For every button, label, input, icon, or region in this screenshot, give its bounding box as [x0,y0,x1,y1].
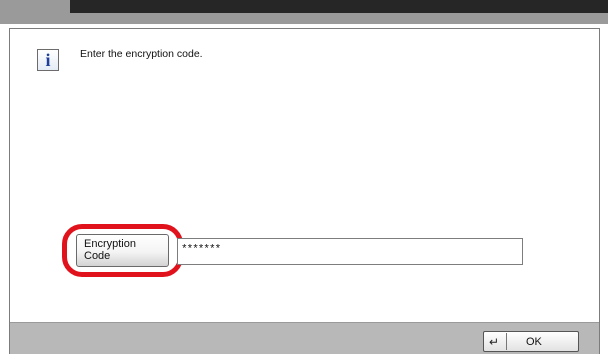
top-bar-dark-strip [70,0,608,13]
info-icon: i [37,49,59,71]
encryption-code-field[interactable]: ******* [177,238,523,265]
ok-button-separator [506,333,507,350]
dialog-panel [9,28,600,354]
dialog-message: Enter the encryption code. [80,48,203,60]
highlight-ring [62,224,183,277]
ok-label: OK [526,336,542,348]
enter-arrow-icon: ↵ [489,335,500,349]
ok-button[interactable]: ↵ OK [483,331,579,352]
